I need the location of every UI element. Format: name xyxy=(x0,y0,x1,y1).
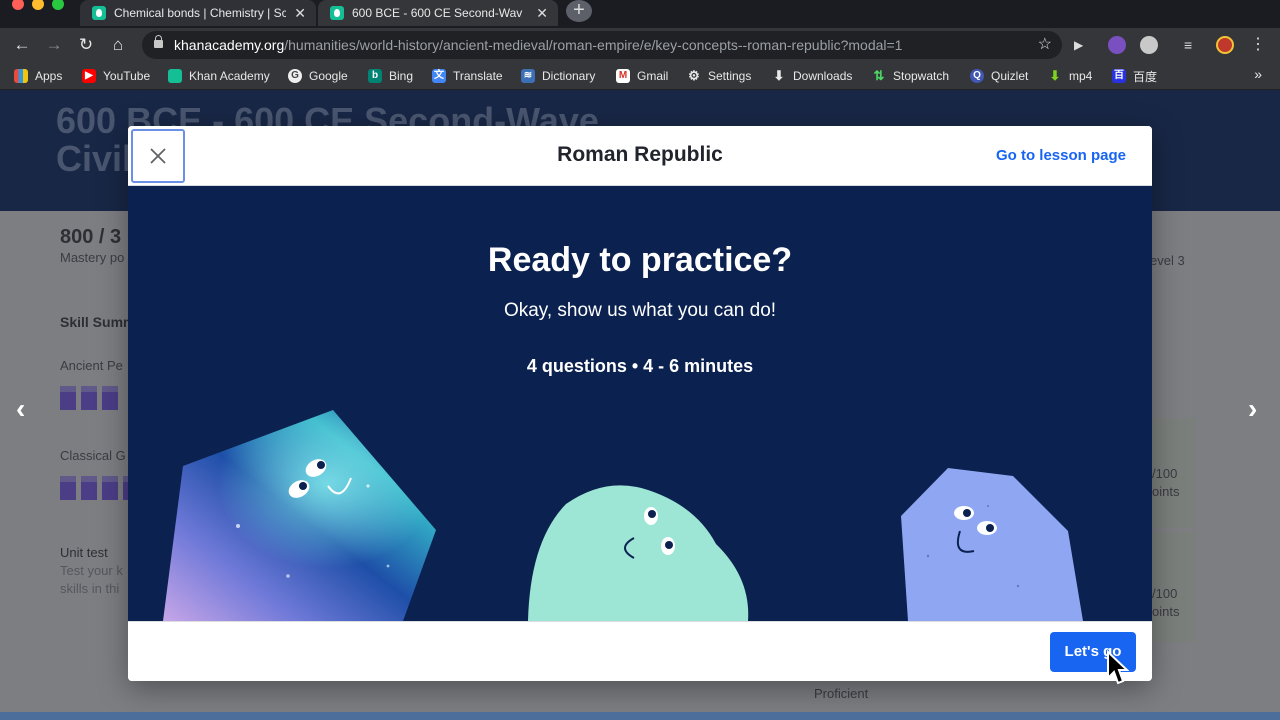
bing-icon: b xyxy=(368,69,382,83)
khan-academy-icon xyxy=(92,6,106,20)
mastery-label: Mastery po xyxy=(60,250,125,265)
bookmark-gmail[interactable]: M Gmail xyxy=(616,67,668,85)
baidu-icon: 百 xyxy=(1112,69,1126,83)
reload-icon[interactable]: ↻ xyxy=(74,33,98,57)
previous-arrow-icon[interactable]: ‹ xyxy=(16,393,25,425)
bookmark-star-icon[interactable]: ☆ xyxy=(1038,31,1052,59)
points-label: /100 xyxy=(1152,586,1178,601)
quizlet-icon: Q xyxy=(970,69,984,83)
skill-progress-squares xyxy=(60,386,118,410)
profile-avatar[interactable] xyxy=(1216,36,1234,54)
khan-academy-icon xyxy=(330,6,344,20)
unit-test-heading: Unit test xyxy=(60,545,108,560)
khan-academy-icon xyxy=(168,69,182,83)
stopwatch-icon: ⇅ xyxy=(873,68,885,83)
unit-test-desc: skills in thi xyxy=(60,581,120,596)
mp4-download-icon: ⬇ xyxy=(1049,68,1061,83)
download-icon: ⬇ xyxy=(773,68,785,83)
extension-play-icon[interactable]: ▶ xyxy=(1074,36,1092,54)
skill-item-classical: Classical G xyxy=(60,448,126,463)
character-illustrations xyxy=(163,410,1083,621)
browser-menu-icon[interactable]: ⋮ xyxy=(1250,36,1268,54)
forward-arrow-icon[interactable]: → xyxy=(42,33,66,57)
skill-summary-heading: Skill Summ xyxy=(60,314,136,330)
galaxy-shape-character xyxy=(163,410,436,621)
back-arrow-icon[interactable]: ← xyxy=(10,33,34,57)
bookmarks-bar: Apps ▶ YouTube Khan Academy G Google b Bing… xyxy=(0,62,1280,90)
bookmark-mp4[interactable]: ⬇ mp4 xyxy=(1048,67,1093,85)
modal-header: Roman Republic Go to lesson page xyxy=(128,126,1152,186)
address-bar[interactable]: khanacademy.org/humanities/world-history… xyxy=(142,31,1062,59)
window-minimize-icon[interactable] xyxy=(32,0,44,10)
bookmarks-overflow-icon[interactable]: » xyxy=(1254,66,1262,82)
points-label: oints xyxy=(1152,604,1180,619)
bookmark-youtube[interactable]: ▶ YouTube xyxy=(82,67,150,85)
next-arrow-icon[interactable]: › xyxy=(1248,393,1257,425)
mouse-cursor-icon xyxy=(1107,650,1130,685)
bookmark-downloads[interactable]: ⬇ Downloads xyxy=(772,67,853,85)
apps-grid-icon xyxy=(14,69,28,83)
bookmark-apps[interactable]: Apps xyxy=(14,67,62,85)
tab-title: Chemical bonds | Chemistry | Sc xyxy=(114,6,287,20)
mastery-points: 800 / 3 xyxy=(60,226,122,248)
lock-icon xyxy=(154,35,163,48)
go-to-lesson-link[interactable]: Go to lesson page xyxy=(996,147,1126,164)
bookmark-dictionary[interactable]: ≋ Dictionary xyxy=(521,67,595,85)
new-tab-button[interactable]: + xyxy=(566,0,592,22)
extension-globe-icon[interactable] xyxy=(1140,36,1158,54)
home-icon[interactable]: ⌂ xyxy=(106,33,130,57)
gear-icon: ⚙ xyxy=(688,68,700,83)
bookmark-stopwatch[interactable]: ⇅ Stopwatch xyxy=(872,67,950,85)
media-controls-icon[interactable]: ≡ xyxy=(1184,36,1202,54)
modal-footer: Let's go xyxy=(128,621,1152,681)
points-label: /100 xyxy=(1152,466,1178,481)
modal-content: Ready to practice? Okay, show us what yo… xyxy=(128,186,1152,621)
url-host: khanacademy.org xyxy=(174,37,285,53)
browser-tab-second-wave[interactable]: 600 BCE - 600 CE Second-Wav ✕ xyxy=(318,0,558,26)
browser-tab-chemical-bonds[interactable]: Chemical bonds | Chemistry | Sc ✕ xyxy=(80,0,316,26)
desktop-dock-strip xyxy=(0,712,1280,720)
youtube-icon: ▶ xyxy=(82,69,96,83)
bookmark-settings[interactable]: ⚙ Settings xyxy=(687,67,751,85)
bookmark-translate[interactable]: 文 Translate xyxy=(432,67,503,85)
proficient-label: Proficient xyxy=(814,686,869,701)
level-label: evel 3 xyxy=(1150,253,1185,268)
window-close-icon[interactable] xyxy=(12,0,24,10)
close-tab-icon[interactable]: ✕ xyxy=(536,5,548,22)
bookmark-baidu[interactable]: 百百度 xyxy=(1112,67,1157,85)
gmail-icon: M xyxy=(616,69,630,83)
url-path: /humanities/world-history/ancient-mediev… xyxy=(284,37,903,53)
translate-icon: 文 xyxy=(432,69,446,83)
extension-purple-icon[interactable] xyxy=(1108,36,1126,54)
practice-modal: Roman Republic Go to lesson page Ready t… xyxy=(128,126,1152,681)
periwinkle-blob-character xyxy=(901,468,1083,621)
dictionary-icon: ≋ xyxy=(521,69,535,83)
window-maximize-icon[interactable] xyxy=(52,0,64,10)
google-icon: G xyxy=(288,69,302,83)
points-label: oints xyxy=(1152,484,1180,499)
tab-title: 600 BCE - 600 CE Second-Wav xyxy=(352,6,523,20)
bookmark-google[interactable]: G Google xyxy=(288,67,348,85)
bookmark-quizlet[interactable]: Q Quizlet xyxy=(970,67,1028,85)
teal-blob-character xyxy=(528,485,749,621)
unit-test-desc: Test your k xyxy=(60,563,123,578)
bookmark-khan-academy[interactable]: Khan Academy xyxy=(168,67,270,85)
bookmark-bing[interactable]: b Bing xyxy=(368,67,413,85)
browser-toolbar: ← → ↻ ⌂ khanacademy.org/humanities/world… xyxy=(0,28,1280,62)
browser-tab-strip: Chemical bonds | Chemistry | Sc ✕ 600 BC… xyxy=(0,0,1280,28)
skill-item-ancient: Ancient Pe xyxy=(60,358,123,373)
close-tab-icon[interactable]: ✕ xyxy=(294,5,306,22)
